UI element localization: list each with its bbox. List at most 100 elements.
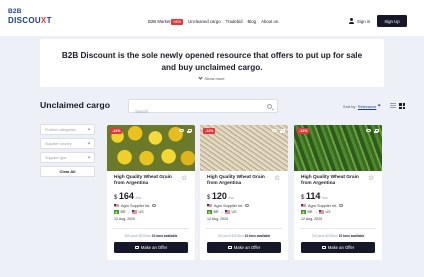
discount-badge: -12%	[110, 128, 123, 134]
product-card[interactable]: -12% High Quality Wheat Grain from Argen…	[200, 125, 288, 260]
route-from: BR	[213, 210, 219, 214]
arrow-right-icon: →	[127, 210, 131, 214]
chevron-down-icon	[87, 155, 91, 159]
product-title[interactable]: High Quality Wheat Grain from Argentina	[301, 175, 365, 187]
lock-icon	[280, 129, 286, 134]
make-offer-button[interactable]: Make an Offer	[301, 242, 375, 253]
filter-product-categories[interactable]: Product categories	[40, 124, 95, 135]
price-amount: 164	[118, 191, 134, 201]
eye-icon	[179, 129, 184, 132]
info-icon[interactable]: i	[339, 203, 343, 208]
chevron-down-icon	[87, 141, 91, 145]
logo-main-text: DISCOUXT	[8, 15, 52, 25]
sign-in-label: Sign in	[357, 18, 371, 24]
divider	[300, 228, 376, 229]
brazil-flag-icon	[114, 210, 119, 214]
supplier: Agro Supplier Int. i	[301, 204, 343, 208]
shipping-route: BR → US	[301, 210, 331, 214]
search-input[interactable]	[129, 105, 259, 118]
route-from: BR	[307, 210, 313, 214]
make-offer-label: Make an Offer	[140, 245, 168, 250]
star-icon[interactable]: ☆	[181, 175, 187, 182]
page-title: Unclaimed cargo	[40, 100, 111, 110]
shipping-date: 12 Aug, 2020	[114, 216, 136, 221]
discount-badge: -12%	[297, 128, 310, 134]
us-flag-icon	[319, 210, 324, 214]
show-more-link[interactable]: Show more	[40, 75, 384, 81]
chevron-down-icon	[87, 127, 91, 131]
grid-view-icon[interactable]	[399, 103, 405, 109]
make-offer-button[interactable]: Make an Offer	[207, 242, 281, 253]
shipping-date: 12 Aug, 2020	[207, 216, 229, 221]
chat-icon	[321, 246, 326, 249]
nav-item-b2b-market[interactable]: B2B Market NEW	[148, 19, 184, 25]
shipping-route: BR → US	[114, 210, 144, 214]
chat-icon	[227, 246, 232, 249]
sort-value: Relevance	[357, 104, 377, 109]
us-flag-icon	[207, 203, 212, 208]
nav-item-about-us[interactable]: About us	[261, 19, 278, 24]
sign-in-link[interactable]: Sign in	[349, 18, 370, 24]
product-image[interactable]: -12%	[200, 125, 288, 171]
price-amount: 114	[305, 191, 321, 201]
divider	[113, 228, 189, 229]
filter-sidebar: Product categories Supplier country Supp…	[40, 124, 98, 262]
nav-item-blog[interactable]: Blog	[247, 19, 256, 24]
old-price: Old price $200/ton	[311, 234, 338, 238]
search-box	[128, 99, 278, 118]
price: $ 114 /ton	[301, 191, 328, 201]
currency-symbol: $	[114, 195, 118, 201]
star-icon[interactable]: ☆	[274, 175, 280, 182]
supplier-name: Agro Supplier Int.	[214, 203, 244, 208]
supplier-name: Agro Supplier Int.	[308, 203, 338, 208]
product-title[interactable]: High Quality Wheat Grain from Argentina	[207, 175, 271, 187]
sign-up-button[interactable]: Sign Up	[377, 15, 407, 27]
list-view-icon[interactable]	[390, 103, 396, 109]
arrow-right-icon: →	[220, 210, 224, 214]
filter-supplier-type[interactable]: Supplier type	[40, 152, 95, 163]
user-icon	[349, 18, 354, 24]
filter-label: Supplier country	[45, 141, 72, 146]
sort-label: Sort by:	[343, 104, 357, 109]
product-image[interactable]: -12%	[107, 125, 195, 171]
star-icon[interactable]: ☆	[368, 175, 374, 182]
product-title[interactable]: High Quality Wheat Grain from Argentina	[114, 175, 178, 187]
shipping-route: BR → US	[207, 210, 237, 214]
route-to: US	[325, 210, 331, 214]
brazil-flag-icon	[301, 210, 306, 214]
route-from: BR	[120, 210, 126, 214]
product-image[interactable]: -12%	[294, 125, 382, 171]
us-flag-icon	[132, 210, 137, 214]
product-card[interactable]: -12% High Quality Wheat Grain from Argen…	[294, 125, 382, 260]
price-unit: /ton	[321, 196, 328, 200]
divider	[206, 228, 282, 229]
search-icon[interactable]	[267, 103, 272, 109]
info-icon[interactable]: i	[152, 203, 156, 208]
clear-all-button[interactable]: Clear All	[40, 166, 95, 177]
lock-icon	[374, 129, 380, 134]
show-more-label: Show more	[204, 76, 225, 81]
availability: Old price $200/ton 10 tons available	[294, 234, 382, 238]
price: $ 164 /ton	[114, 191, 141, 201]
nav-item-tradebid[interactable]: Tradebid	[226, 19, 243, 24]
old-price: $16 price $200/ton	[124, 234, 151, 238]
make-offer-button[interactable]: Make an Offer	[114, 242, 188, 253]
new-badge: NEW	[171, 19, 184, 25]
availability: Old price $200/ton 10 tons available	[200, 234, 288, 238]
brazil-flag-icon	[207, 210, 212, 214]
info-icon[interactable]: i	[245, 203, 249, 208]
currency-symbol: $	[207, 195, 211, 201]
sort-control[interactable]: Sort by: Relevance	[343, 103, 381, 109]
main-nav: B2B Market NEW Uncleaned cargo Tradebid B…	[148, 19, 278, 25]
chevron-down-icon	[198, 75, 203, 80]
price-unit: /ton	[228, 196, 235, 200]
make-offer-label: Make an Offer	[327, 245, 355, 250]
lock-icon	[187, 129, 193, 134]
shipping-date: 12 Aug, 2020	[301, 216, 323, 221]
currency-symbol: $	[301, 195, 305, 201]
nav-item-uncleaned-cargo[interactable]: Uncleaned cargo	[188, 19, 221, 24]
tons-available: 10 tons available	[338, 234, 365, 238]
filter-supplier-country[interactable]: Supplier country	[40, 138, 95, 149]
logo[interactable]: B2B DISCOUXT	[8, 8, 52, 25]
product-card[interactable]: -12% High Quality Wheat Grain from Argen…	[107, 125, 195, 260]
